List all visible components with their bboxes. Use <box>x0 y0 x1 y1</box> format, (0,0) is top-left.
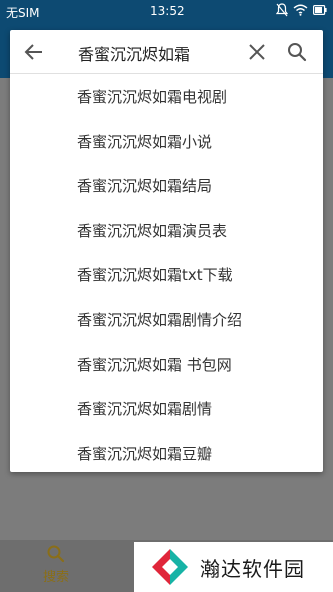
search-icon[interactable] <box>285 40 309 64</box>
arrow-left-icon[interactable] <box>22 40 46 64</box>
battery-icon <box>313 5 327 16</box>
suggestion-item[interactable]: 香蜜沉沉烬如霜剧情 <box>10 387 323 432</box>
status-icons <box>276 3 327 17</box>
suggestion-item[interactable]: 香蜜沉沉烬如霜小说 <box>10 120 323 165</box>
bottom-tab-search[interactable]: 搜索 <box>30 544 82 588</box>
suggestion-item[interactable]: 香蜜沉沉烬如霜演员表 <box>10 209 323 254</box>
bottom-tab-search-label: 搜索 <box>42 570 69 585</box>
status-time: 13:52 <box>150 4 185 18</box>
search-icon <box>47 545 65 563</box>
close-icon[interactable] <box>246 41 268 63</box>
mute-icon <box>276 3 288 17</box>
search-suggestions-popup: 香蜜沉沉烬如霜 香蜜沉沉烬如霜电视剧 香蜜沉沉烬如霜小说 香蜜沉沉烬如霜结局 香… <box>10 30 323 472</box>
suggestion-list: 香蜜沉沉烬如霜电视剧 香蜜沉沉烬如霜小说 香蜜沉沉烬如霜结局 香蜜沉沉烬如霜演员… <box>10 75 323 476</box>
watermark-text: 瀚达软件园 <box>200 556 305 581</box>
suggestion-item[interactable]: 香蜜沉沉烬如霜txt下载 <box>10 253 323 298</box>
status-bar: 无SIM 13:52 <box>0 0 333 24</box>
wifi-icon <box>293 4 308 16</box>
suggestion-item[interactable]: 香蜜沉沉烬如霜剧情介绍 <box>10 298 323 343</box>
suggestion-item[interactable]: 香蜜沉沉烬如霜电视剧 <box>10 75 323 120</box>
carrier-label: 无SIM <box>6 6 40 20</box>
suggestion-item[interactable]: 香蜜沉沉烬如霜结局 <box>10 164 323 209</box>
suggestion-item[interactable]: 香蜜沉沉烬如霜豆瓣 <box>10 432 323 477</box>
watermark: 瀚达软件园 <box>134 542 333 592</box>
watermark-logo-icon <box>152 549 188 585</box>
suggestion-item[interactable]: 香蜜沉沉烬如霜 书包网 <box>10 343 323 388</box>
search-bar: 香蜜沉沉烬如霜 <box>10 30 323 74</box>
search-input[interactable]: 香蜜沉沉烬如霜 <box>78 41 190 65</box>
